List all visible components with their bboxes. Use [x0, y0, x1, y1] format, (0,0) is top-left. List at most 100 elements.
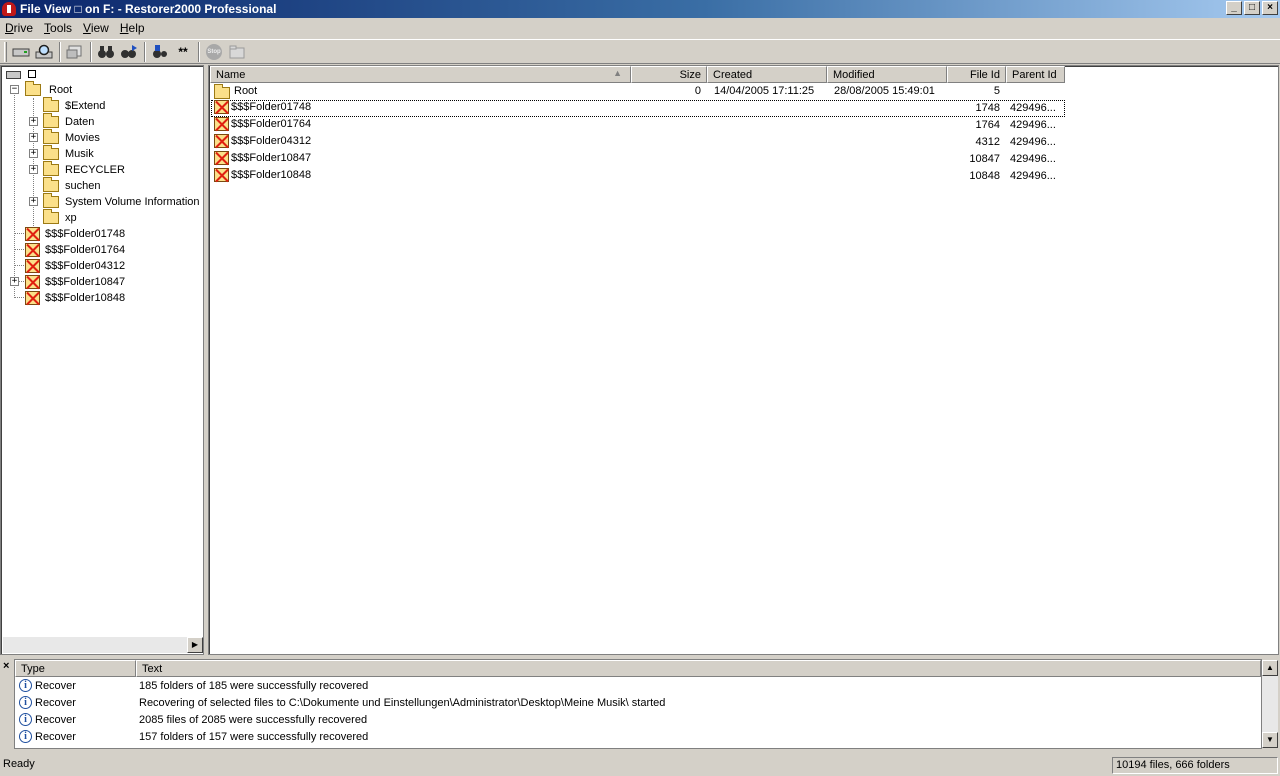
close-log-icon[interactable]: × [3, 660, 9, 672]
log-column-header-type[interactable]: Type [15, 660, 136, 677]
wildcard-icon: ** [178, 44, 188, 59]
tree-item-deleted-folder[interactable]: $$$Folder10848 [25, 290, 125, 306]
app-icon[interactable] [2, 2, 16, 16]
log-entry[interactable]: i Recover Recovering of selected files t… [19, 694, 665, 711]
table-row[interactable]: $$$Folder10848 10848 429496... [211, 168, 1065, 185]
column-header-size[interactable]: Size [631, 66, 707, 83]
table-row[interactable]: $$$Folder04312 4312 429496... [211, 134, 1065, 151]
scroll-down-button[interactable]: ▼ [1262, 732, 1278, 748]
minimize-button[interactable]: _ [1226, 1, 1242, 15]
binoculars-arrow-icon [121, 44, 137, 58]
table-row[interactable]: $$$Folder01748 1748 429496... [211, 100, 1065, 117]
column-header-created[interactable]: Created [707, 66, 827, 83]
log-column-header-text[interactable]: Text [136, 660, 1261, 677]
tree-item-movies[interactable]: Movies [43, 129, 100, 146]
folder-button[interactable] [226, 42, 248, 62]
file-id: 10847 [969, 153, 1000, 165]
name-cell: $$$Folder04312 [214, 134, 311, 148]
deleted-folder-icon [25, 227, 40, 241]
tree-item-deleted-folder[interactable]: $$$Folder01748 [25, 226, 125, 242]
log-type: Recover [35, 679, 76, 692]
tree-item-label: Movies [65, 132, 100, 144]
toolbar-separator [144, 41, 146, 62]
name-cell: $$$Folder01748 [214, 100, 311, 114]
tree-item-daten[interactable]: Daten [43, 113, 94, 130]
menu-tools[interactable]: Tools [39, 19, 78, 37]
folder-icon [43, 129, 59, 144]
folder-tree[interactable]: − Root $Extend + Daten + Movies + Musik … [0, 65, 204, 655]
expand-recycler-icon[interactable]: + [29, 165, 38, 174]
find-button[interactable] [95, 42, 117, 62]
mask-button[interactable] [149, 42, 171, 62]
tree-line [14, 92, 15, 298]
tree-item-label: RECYCLER [65, 164, 125, 176]
file-size: 0 [694, 85, 701, 97]
name-cell: $$$Folder01764 [214, 117, 311, 131]
root-checkbox[interactable] [28, 70, 36, 78]
tree-item-suchen[interactable]: suchen [43, 177, 100, 194]
column-header-modified[interactable]: Modified [827, 66, 947, 83]
log-list[interactable]: Type Text i Recover 185 folders of 185 w… [14, 659, 1262, 749]
scan-button[interactable] [33, 42, 55, 62]
expand-system-volume-icon[interactable]: + [29, 197, 38, 206]
menu-view[interactable]: View [78, 19, 115, 37]
menu-drive[interactable]: Drive [0, 19, 39, 37]
tree-item-deleted-folder[interactable]: $$$Folder04312 [25, 258, 125, 274]
deleted-folder-icon [25, 243, 40, 257]
info-icon: i [19, 696, 32, 709]
tree-item-extend[interactable]: $Extend [43, 97, 105, 114]
tree-item-deleted-folder[interactable]: $$$Folder01764 [25, 242, 125, 258]
wildcard-button[interactable]: ** [172, 42, 194, 62]
file-id: 1764 [975, 119, 1000, 131]
table-row[interactable]: Root 0 14/04/2005 17:11:25 28/08/2005 15… [211, 83, 1065, 100]
log-vertical-scrollbar[interactable]: ▲ ▼ [1262, 660, 1278, 748]
tree-item-label: System Volume Information [65, 196, 200, 208]
deleted-folder-icon [214, 151, 229, 165]
tree-item-deleted-folder[interactable]: $$$Folder10847 [25, 274, 125, 290]
scroll-right-button[interactable]: ▶ [187, 637, 203, 653]
column-header-file-id[interactable]: File Id [947, 66, 1006, 83]
drive-icon[interactable] [6, 71, 21, 79]
name-cell: Root [214, 83, 257, 99]
parent-id: 429496... [1010, 136, 1056, 148]
tree-item-system-volume-information[interactable]: System Volume Information [43, 193, 200, 210]
toolbar-grip[interactable] [4, 41, 7, 62]
drive-icon [12, 48, 30, 56]
tree-item-root[interactable]: Root [25, 81, 72, 98]
file-name: Root [234, 85, 258, 97]
column-header-name[interactable]: Name ▲ [210, 66, 631, 83]
scroll-up-button[interactable]: ▲ [1262, 660, 1278, 676]
log-entry[interactable]: i Recover 2085 files of 2085 were succes… [19, 711, 367, 728]
expand-daten-icon[interactable]: + [29, 117, 38, 126]
menu-bar: Drive Tools View Help [0, 19, 1280, 37]
file-list[interactable]: Name ▲ Size Created Modified File Id Par… [208, 65, 1279, 655]
table-row[interactable]: $$$Folder10847 10847 429496... [211, 151, 1065, 168]
deleted-folder-icon [25, 275, 40, 289]
folder-icon [214, 84, 230, 99]
tree-item-musik[interactable]: Musik [43, 145, 94, 162]
tree-item-label: Musik [65, 148, 94, 160]
expand-movies-icon[interactable]: + [29, 133, 38, 142]
stop-button[interactable]: Stop [203, 42, 225, 62]
column-header-parent-id[interactable]: Parent Id [1006, 66, 1065, 83]
log-entry[interactable]: i Recover 157 folders of 157 were succes… [19, 728, 368, 745]
expand-musik-icon[interactable]: + [29, 149, 38, 158]
log-entry[interactable]: i Recover 185 folders of 185 were succes… [19, 677, 368, 694]
info-icon: i [19, 679, 32, 692]
table-row[interactable]: $$$Folder01764 1764 429496... [211, 117, 1065, 134]
parent-id: 429496... [1010, 119, 1056, 131]
maximize-button[interactable]: □ [1244, 1, 1260, 15]
file-name: $$$Folder04312 [231, 135, 312, 147]
magnifier-drive-icon [35, 44, 53, 58]
find-next-button[interactable] [118, 42, 140, 62]
open-drive-button[interactable] [10, 42, 32, 62]
tree-horizontal-scrollbar[interactable]: ▶ [3, 637, 203, 653]
close-button[interactable]: × [1262, 1, 1278, 15]
menu-help[interactable]: Help [115, 19, 151, 37]
collapse-root-icon[interactable]: − [10, 85, 19, 94]
expand-folder10847-icon[interactable]: + [10, 277, 19, 286]
tree-item-xp[interactable]: xp [43, 209, 77, 226]
recover-button[interactable] [64, 42, 86, 62]
tree-item-recycler[interactable]: RECYCLER [43, 161, 125, 178]
tree-item-label: $$$Folder04312 [45, 260, 126, 272]
